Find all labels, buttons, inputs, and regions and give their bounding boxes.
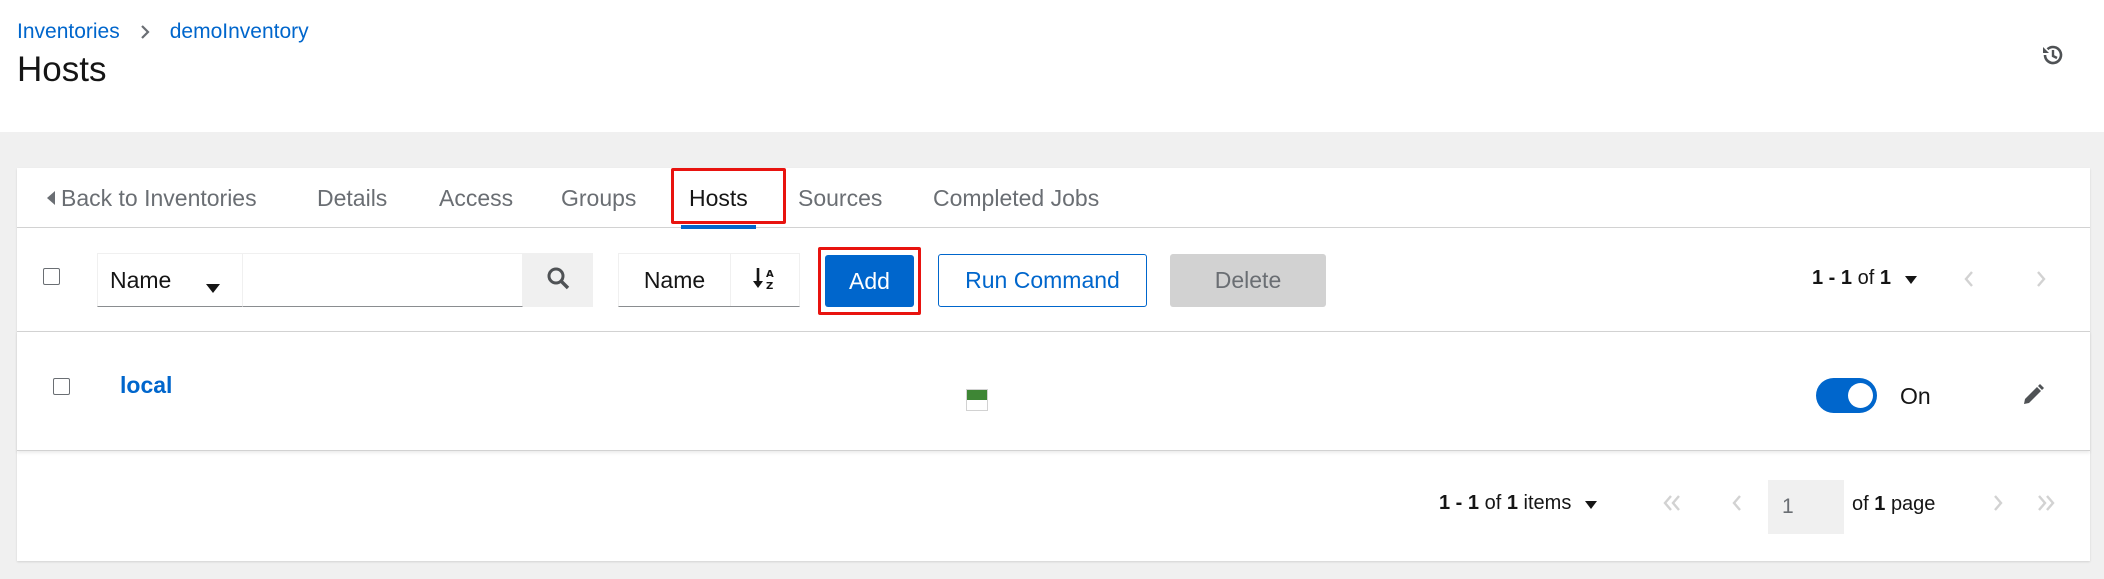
tab-groups[interactable]: Groups	[561, 168, 636, 228]
enabled-label: On	[1900, 383, 1931, 409]
items-total: 1	[1506, 492, 1518, 514]
pagination-of: of	[1857, 267, 1875, 289]
pagination-range: 1 - 1	[1812, 267, 1853, 289]
caret-left-icon	[47, 191, 55, 205]
run-command-button[interactable]: Run Command	[938, 254, 1147, 307]
angle-double-left-icon[interactable]	[1658, 488, 1686, 518]
angle-right-icon[interactable]	[2030, 267, 2052, 291]
breadcrumb-inventory-link[interactable]: demoInventory	[170, 20, 309, 44]
tab-bar: Back to Inventories Details Access Group…	[17, 168, 2090, 229]
search-icon	[546, 266, 570, 295]
tab-completed-jobs[interactable]: Completed Jobs	[933, 168, 1099, 228]
pagination-summary: 1 - 1 of 1	[1812, 267, 1891, 290]
chevron-right-icon	[140, 25, 150, 39]
tab-hosts[interactable]: Hosts	[681, 168, 756, 229]
pagination-toggle[interactable]: 1 - 1 of 1	[1812, 267, 1917, 290]
tab-details[interactable]: Details	[317, 168, 387, 228]
angle-left-icon[interactable]	[1723, 488, 1751, 518]
job-status-icon[interactable]	[966, 389, 988, 411]
search-button[interactable]	[523, 253, 593, 307]
angle-right-icon[interactable]	[1984, 488, 2012, 518]
tab-label: Back to Inventories	[61, 184, 257, 211]
filter-field-label: Name	[110, 266, 172, 293]
breadcrumb: Inventories demoInventory	[17, 20, 309, 44]
items-label: items	[1523, 492, 1572, 514]
delete-button: Delete	[1170, 254, 1326, 307]
pagination-total: 1	[1879, 267, 1891, 289]
page-header: Inventories demoInventory Hosts	[0, 0, 2104, 132]
page-title: Hosts	[17, 50, 107, 89]
items-range: 1 - 1	[1439, 492, 1480, 514]
svg-text:Z: Z	[766, 281, 773, 291]
search-input[interactable]	[242, 253, 523, 307]
sort-alpha-icon: A Z	[752, 265, 778, 296]
sort-field-select[interactable]: Name	[619, 254, 731, 306]
items-of: of	[1484, 492, 1502, 514]
filter-field-select[interactable]: Name	[97, 253, 243, 307]
add-button[interactable]: Add	[825, 255, 914, 307]
tab-access[interactable]: Access	[439, 168, 513, 228]
page-total: 1	[1874, 493, 1886, 515]
page-label: page	[1890, 493, 1936, 515]
toggle-knob	[1848, 383, 1873, 408]
enabled-toggle[interactable]	[1816, 378, 1877, 413]
items-per-page-toggle[interactable]: 1 - 1 of 1 items	[1439, 492, 1598, 515]
bottom-pagination: 1 - 1 of 1 items of 1 page	[17, 458, 2090, 558]
svg-text:A: A	[766, 269, 774, 280]
sort-control: Name A Z	[618, 253, 800, 307]
items-summary: 1 - 1 of 1 items	[1439, 492, 1571, 515]
angle-left-icon[interactable]	[1958, 267, 1980, 291]
table-row: local On	[17, 331, 2090, 451]
status-fill	[967, 390, 987, 400]
angle-double-right-icon[interactable]	[2032, 488, 2060, 518]
caret-down-icon	[206, 272, 220, 299]
breadcrumb-inventories-link[interactable]: Inventories	[17, 20, 120, 44]
page-number-input[interactable]	[1768, 480, 1844, 534]
pencil-icon[interactable]	[2017, 379, 2049, 411]
toolbar: Name Name A Z Add Run Command Delete 1 -…	[17, 229, 2090, 329]
caret-down-icon	[1904, 267, 1917, 290]
history-icon[interactable]	[2036, 38, 2070, 72]
select-all-checkbox[interactable]	[43, 268, 60, 285]
of-page-prefix: of	[1852, 493, 1869, 515]
sort-order-button[interactable]: A Z	[731, 254, 799, 306]
page-total-text: of 1 page	[1852, 493, 1935, 516]
row-checkbox[interactable]	[53, 378, 70, 395]
caret-down-icon	[1585, 492, 1598, 515]
tab-back-to-inventories[interactable]: Back to Inventories	[47, 168, 257, 228]
tab-sources[interactable]: Sources	[798, 168, 882, 228]
host-name-link[interactable]: local	[120, 372, 172, 399]
hosts-card: Back to Inventories Details Access Group…	[17, 168, 2090, 561]
